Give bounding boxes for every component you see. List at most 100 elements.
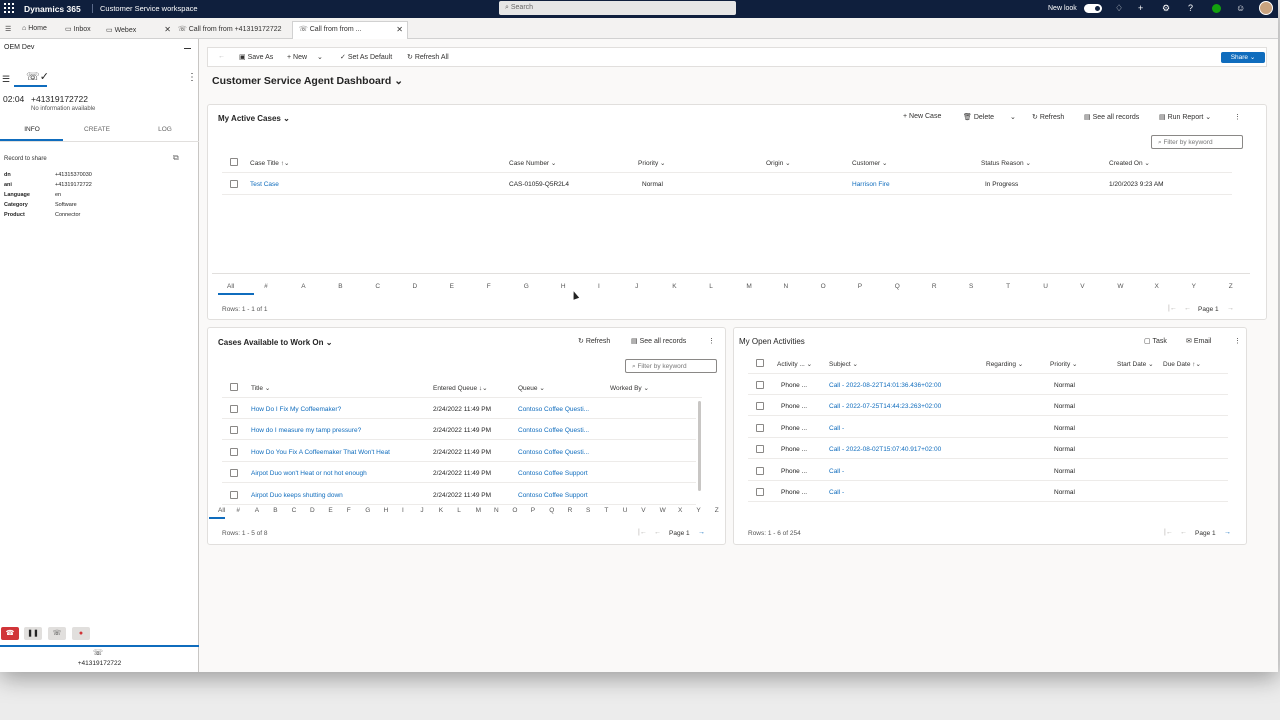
queue-link[interactable]: Contoso Coffee Questi... (518, 449, 589, 456)
alpha-jump-13[interactable]: L (457, 507, 461, 514)
refresh-button[interactable]: ↻ Refresh (1032, 113, 1064, 121)
alpha-jump-17[interactable]: P (531, 507, 535, 514)
queue-link[interactable]: Contoso Coffee Support (518, 492, 588, 499)
new-button[interactable]: + New ⌄ (287, 53, 323, 61)
next-page-icon[interactable]: → (1224, 529, 1231, 536)
see-all-records-button[interactable]: ▤ See all records (1084, 113, 1139, 121)
alpha-jump-2[interactable]: A (301, 283, 305, 290)
alpha-jump-24[interactable]: W (1117, 283, 1123, 290)
col-header-start-date[interactable]: Start Date ⌄ (1117, 360, 1154, 368)
case-title-link[interactable]: Airpot Duo won't Heat or not hot enough (251, 470, 367, 477)
col-header-title[interactable]: Title ⌄ (251, 384, 270, 392)
case-title-link[interactable]: Test Case (250, 181, 279, 188)
global-search-input[interactable]: ⌕ Search (499, 1, 736, 15)
presence-status-icon[interactable] (1212, 4, 1221, 13)
alpha-jump-7[interactable]: F (347, 507, 351, 514)
alpha-jump-18[interactable]: Q (895, 283, 900, 290)
delete-menu-chevron-icon[interactable]: ⌄ (1010, 113, 1016, 121)
alpha-jump-25[interactable]: X (678, 507, 682, 514)
col-header-priority[interactable]: Priority ⌄ (1050, 360, 1078, 368)
activity-subject-link[interactable]: Call - (829, 468, 844, 475)
see-all-records-button[interactable]: ▤ See all records (631, 337, 686, 345)
share-button[interactable]: Share ⌄ (1221, 52, 1265, 63)
transfer-icon[interactable]: ☏ (48, 627, 66, 640)
case-title-link[interactable]: How do I measure my tamp pressure? (251, 427, 361, 434)
more-options-icon[interactable]: ⋮ (1234, 113, 1241, 121)
alpha-jump-4[interactable]: C (375, 283, 380, 290)
card-title[interactable]: My Active Cases ⌄ (218, 114, 290, 123)
card-title[interactable]: My Open Activities (739, 337, 805, 346)
row-checkbox[interactable] (230, 469, 238, 478)
alpha-jump-14[interactable]: M (746, 283, 751, 290)
next-page-icon[interactable]: → (1227, 305, 1234, 312)
dashboard-title[interactable]: Customer Service Agent Dashboard ⌄ (212, 75, 403, 87)
alpha-jump-20[interactable]: S (586, 507, 590, 514)
col-header-queue[interactable]: Queue ⌄ (518, 384, 545, 392)
col-header-priority[interactable]: Priority ⌄ (638, 159, 666, 167)
queue-link[interactable]: Contoso Coffee Support (518, 470, 588, 477)
first-page-icon[interactable]: |← (1168, 305, 1177, 312)
activity-subject-link[interactable]: Call - (829, 489, 844, 496)
refresh-all-button[interactable]: ↻ Refresh All (407, 53, 449, 61)
prev-page-icon[interactable]: ← (654, 529, 661, 536)
close-icon[interactable]: ✕ (164, 25, 171, 34)
set-as-default-button[interactable]: ✓ Set As Default (340, 53, 392, 61)
activity-subject-link[interactable]: Call - 2022-08-22T14:01:36.436+02:00 (829, 382, 941, 389)
select-all-checkbox[interactable] (756, 359, 764, 367)
customer-link[interactable]: Harrison Fire (852, 181, 890, 188)
new-case-button[interactable]: + New Case (903, 113, 941, 120)
col-header-origin[interactable]: Origin ⌄ (766, 159, 791, 167)
settings-gear-icon[interactable]: ⚙ (1162, 3, 1170, 13)
col-header-case-title[interactable]: Case Title ↑⌄ (250, 159, 289, 167)
alpha-jump-12[interactable]: K (672, 283, 676, 290)
close-icon[interactable]: ✕ (396, 25, 403, 34)
alpha-jump-9[interactable]: H (384, 507, 389, 514)
alpha-jump-6[interactable]: E (328, 507, 332, 514)
alpha-jump-11[interactable]: J (420, 507, 423, 514)
alpha-jump-17[interactable]: P (858, 283, 862, 290)
alpha-jump-3[interactable]: B (273, 507, 277, 514)
row-checkbox[interactable] (230, 180, 238, 188)
run-report-button[interactable]: ▤ Run Report ⌄ (1159, 113, 1211, 121)
tab-log[interactable]: LOG (133, 126, 197, 133)
alpha-jump-21[interactable]: T (1006, 283, 1010, 290)
activity-subject-link[interactable]: Call - 2022-07-25T14:44:23.263+02:00 (829, 403, 941, 410)
tab-home[interactable]: ⌂ Home (22, 22, 47, 39)
alpha-jump-1[interactable]: # (264, 283, 268, 290)
smiley-feedback-icon[interactable]: ☺ (1236, 3, 1245, 13)
more-options-icon[interactable]: ⋮ (1234, 337, 1241, 345)
col-header-case-number[interactable]: Case Number ⌄ (509, 159, 556, 167)
select-all-checkbox[interactable] (230, 383, 238, 391)
first-page-icon[interactable]: |← (638, 529, 647, 536)
row-checkbox[interactable] (230, 405, 238, 413)
alpha-jump-0[interactable]: All (227, 283, 234, 290)
alpha-jump-25[interactable]: X (1155, 283, 1159, 290)
alpha-jump-14[interactable]: M (476, 507, 481, 514)
select-all-checkbox[interactable] (230, 158, 238, 166)
tab-inbox[interactable]: ▭ Inbox (65, 22, 91, 39)
alpha-jump-0[interactable]: All (218, 507, 225, 514)
row-checkbox[interactable] (756, 381, 764, 389)
app-name[interactable]: Dynamics 365 (24, 4, 81, 14)
alpha-jump-18[interactable]: Q (549, 507, 554, 514)
row-checkbox[interactable] (756, 402, 764, 411)
prev-page-icon[interactable]: ← (1184, 305, 1191, 312)
activity-subject-link[interactable]: Call - 2022-08-02T15:07:40.917+02:00 (829, 446, 941, 453)
tab-info[interactable]: INFO (0, 126, 64, 133)
alpha-jump-2[interactable]: A (255, 507, 259, 514)
alpha-jump-11[interactable]: J (635, 283, 638, 290)
alpha-jump-23[interactable]: V (1080, 283, 1084, 290)
alpha-jump-13[interactable]: L (709, 283, 713, 290)
alpha-jump-22[interactable]: U (1043, 283, 1048, 290)
alpha-jump-15[interactable]: N (784, 283, 789, 290)
row-checkbox[interactable] (230, 447, 238, 456)
alpha-jump-19[interactable]: R (568, 507, 573, 514)
tab-webex[interactable]: ▭ Webex ✕ (106, 22, 171, 39)
user-avatar[interactable] (1259, 1, 1273, 15)
help-icon[interactable]: ? (1188, 3, 1193, 13)
hangup-icon[interactable]: ☎ (1, 627, 19, 640)
alpha-jump-5[interactable]: D (310, 507, 315, 514)
tab-call-2[interactable]: ☏ Call from from ... ✕ (292, 21, 408, 39)
new-look-toggle[interactable] (1084, 4, 1102, 13)
alpha-jump-27[interactable]: Z (715, 507, 719, 514)
